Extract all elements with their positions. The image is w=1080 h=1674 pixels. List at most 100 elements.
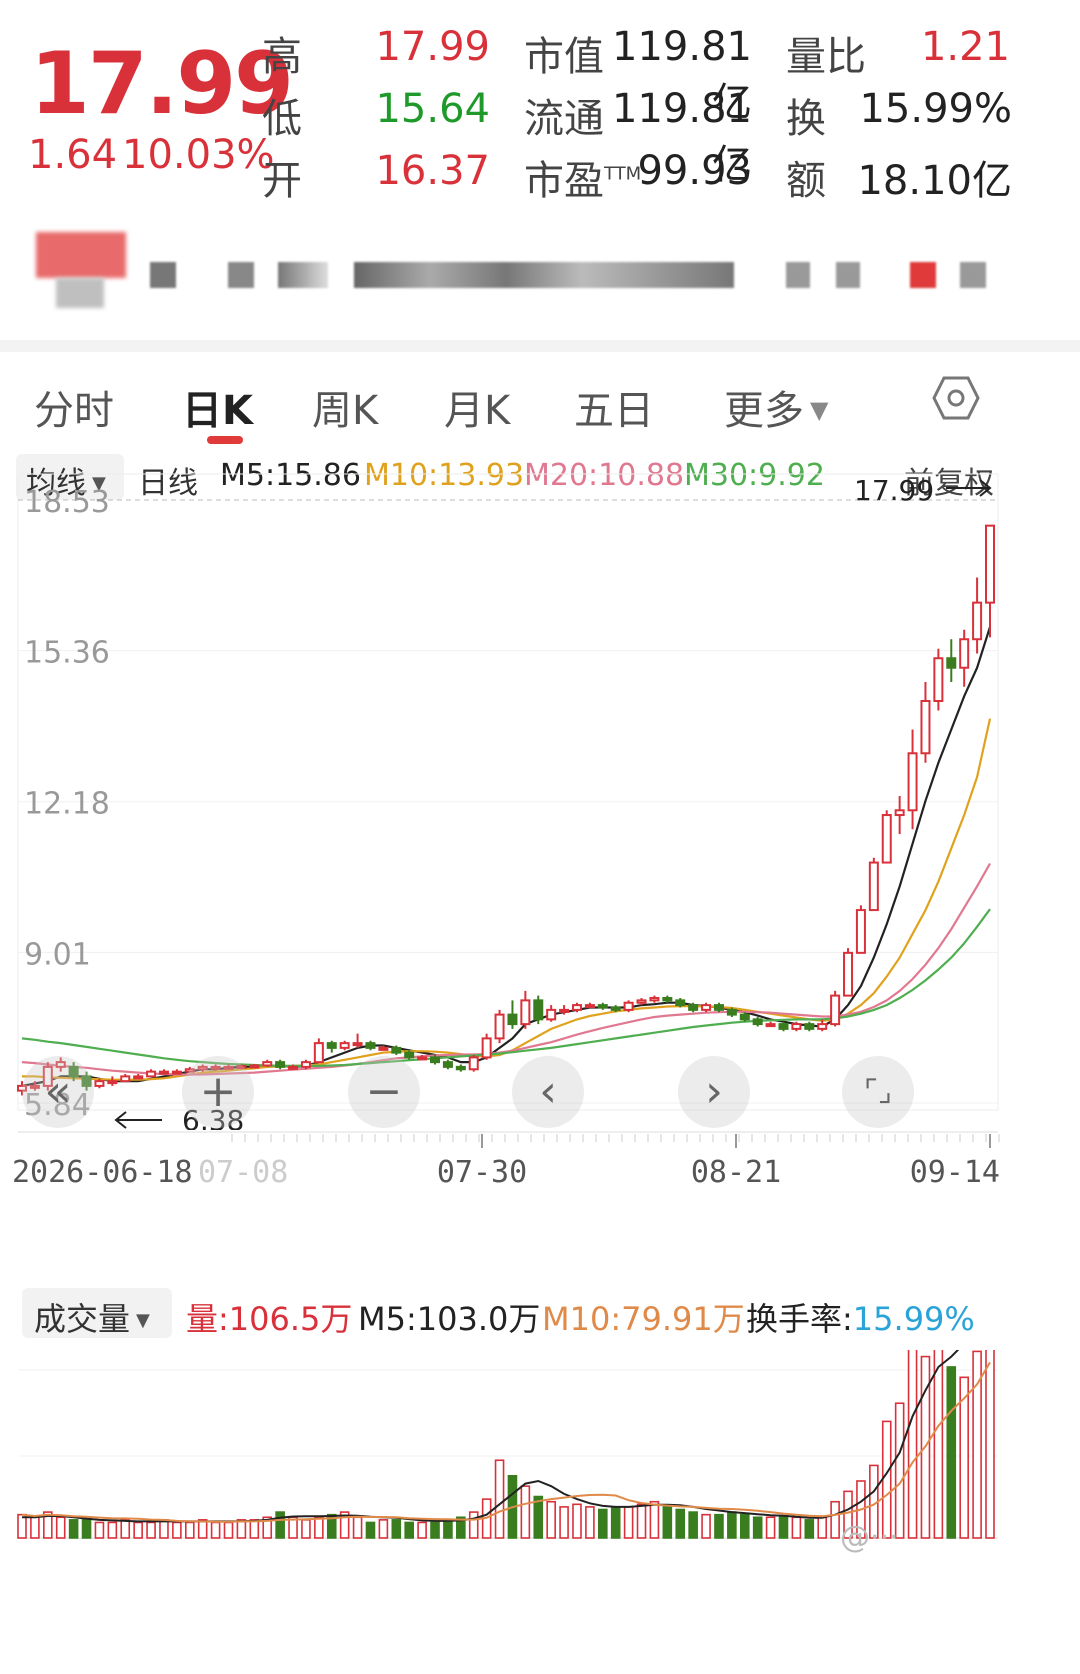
candle-body (520, 999, 531, 1026)
candle-body (107, 1080, 118, 1085)
candle-body (262, 1061, 273, 1067)
amount-value: 18.10亿 (857, 158, 1012, 204)
volume-bar (559, 1506, 569, 1539)
volume-bar (623, 1506, 634, 1539)
tab-five-day[interactable]: 五日 (574, 378, 654, 436)
tab-intraday[interactable]: 分时 (34, 378, 114, 436)
pe-label-text: 市盈 (524, 158, 604, 204)
volume-bar (107, 1521, 118, 1539)
candle-body (546, 1008, 557, 1021)
scroll-right-button[interactable]: › (678, 1056, 750, 1128)
candle-body (597, 1004, 608, 1009)
kline-chart[interactable]: 18.5315.3612.189.015.8417.996.38 (0, 470, 1080, 1130)
volume-bar (30, 1516, 40, 1539)
candle-body (752, 1018, 763, 1026)
high-value: 17.99 (375, 24, 490, 70)
candle-body (559, 1008, 570, 1013)
candle-body (133, 1075, 144, 1080)
candle-body (326, 1042, 337, 1049)
candle-body (610, 1006, 621, 1011)
candle-body (984, 524, 996, 604)
tab-more[interactable]: 更多 ▼ (724, 378, 828, 436)
candle-body (584, 1004, 595, 1009)
volume-bar (585, 1506, 595, 1539)
low-value: 15.64 (375, 86, 490, 132)
tab-weekly-k[interactable]: 周K (312, 378, 378, 436)
candle-body (946, 657, 957, 669)
candle-body (352, 1042, 363, 1047)
high-label: 高 (262, 34, 302, 80)
volume-bar (172, 1521, 182, 1539)
fullscreen-button[interactable]: ⌜⌟ (842, 1056, 914, 1128)
x-tick-label: 07-30 (437, 1155, 527, 1190)
candle-body (972, 601, 983, 641)
volume-bar (804, 1519, 815, 1539)
volume-bar (365, 1521, 376, 1539)
candle-body (623, 1001, 634, 1011)
quote-header: 17.99 1.64 10.03% 高 低 开 17.99 15.64 16.3… (0, 0, 1080, 235)
tab-monthly-k[interactable]: 月K (444, 378, 510, 436)
volume-bar (597, 1508, 608, 1539)
open-value: 16.37 (375, 148, 490, 194)
turnover-rate-value: 15.99% (852, 1300, 975, 1338)
candle-body (739, 1013, 750, 1021)
candle-body (817, 1023, 828, 1030)
chevron-left-icon: ‹ (539, 1066, 557, 1117)
volume-bar (120, 1519, 131, 1539)
tab-daily-k[interactable]: 日K (182, 378, 253, 436)
expand-corners-icon: ⌜⌟ (863, 1074, 893, 1109)
blurred-block (786, 262, 810, 288)
blurred-block (150, 262, 176, 288)
y-tick-label: 15.36 (24, 636, 110, 671)
blurred-block (278, 262, 328, 288)
volume-bar (210, 1521, 221, 1539)
volume-bar (236, 1519, 247, 1539)
high-annotation-label: 17.99 (854, 474, 934, 507)
candle-body (365, 1042, 376, 1049)
hexagon-gear-icon[interactable] (932, 374, 980, 422)
volume-bar (352, 1516, 363, 1539)
volume-bar (223, 1521, 234, 1539)
scroll-left-button[interactable]: ‹ (512, 1056, 584, 1128)
volume-bar (636, 1503, 647, 1539)
candle-body (468, 1056, 479, 1071)
volume-bar (649, 1500, 660, 1539)
turnover-rate: 换手率:15.99% (746, 1294, 975, 1340)
volume-bar (430, 1521, 440, 1539)
candle-body (649, 996, 660, 1002)
candle-body (662, 996, 673, 1002)
turnover-label: 换 (786, 96, 826, 142)
candle-body (507, 1013, 518, 1026)
x-tick-label: 08-21 (691, 1155, 781, 1190)
x-tick-label: 07-08 (198, 1155, 288, 1190)
volume-bar (933, 1350, 944, 1539)
volume-bar (830, 1500, 840, 1539)
volume-bar (494, 1459, 505, 1539)
blurred-block (354, 262, 734, 288)
y-tick-label: 12.18 (24, 787, 110, 822)
volume-chart[interactable] (0, 1350, 1080, 1674)
chevron-right-icon: › (705, 1066, 723, 1117)
candle-body (275, 1061, 286, 1068)
candle-body (533, 999, 544, 1021)
scroll-back-button[interactable]: « (22, 1056, 94, 1128)
blurred-block (836, 262, 860, 288)
candle-body (713, 1004, 724, 1011)
volume-bar (197, 1519, 208, 1539)
volume-bar (417, 1521, 427, 1539)
tab-more-label: 更多 (724, 388, 804, 434)
volume-bar (546, 1500, 556, 1539)
price-change: 1.64 (28, 132, 118, 178)
candle-body (378, 1046, 389, 1051)
zoom-in-button[interactable]: + (182, 1056, 254, 1128)
candle-body (313, 1042, 324, 1064)
volume-bar (701, 1513, 711, 1539)
volume-bar (907, 1350, 918, 1539)
volume-bar (662, 1506, 673, 1539)
zoom-out-button[interactable]: − (348, 1056, 420, 1128)
amount-label: 额 (786, 158, 826, 204)
candle-body (636, 999, 647, 1004)
volume-bar (159, 1519, 169, 1539)
volume-ma5: M5:103.0万 (358, 1300, 541, 1338)
candle-body (171, 1070, 182, 1075)
